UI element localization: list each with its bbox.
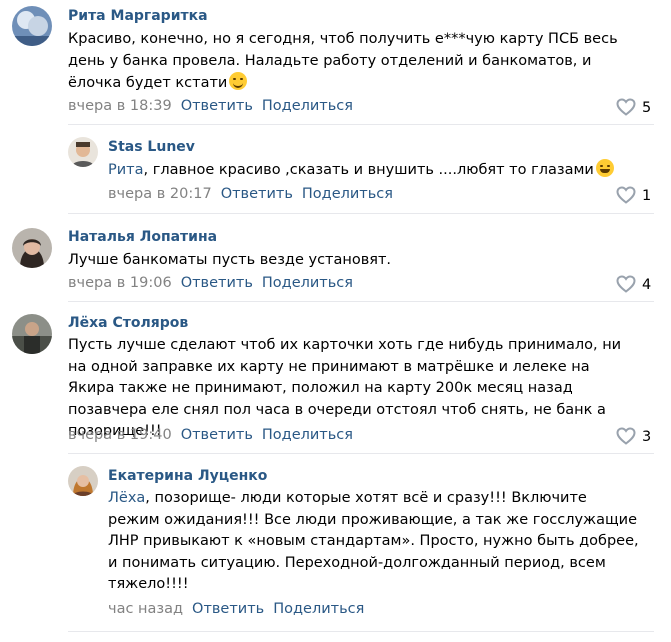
comment-meta: вчера в 18:39 Ответить Поделиться <box>68 98 353 114</box>
reply-to-link[interactable]: Рита <box>108 162 144 178</box>
reply-button[interactable]: Ответить <box>181 427 253 443</box>
like-count: 5 <box>642 100 652 116</box>
avatar[interactable] <box>68 137 98 167</box>
comment-author[interactable]: Наталья Лопатина <box>68 229 217 245</box>
comment-author[interactable]: Лёха Столяров <box>68 315 188 331</box>
comment-author[interactable]: Рита Маргаритка <box>68 8 208 24</box>
reply-button[interactable]: Ответить <box>192 601 264 617</box>
like-button[interactable]: 1 <box>616 186 651 204</box>
comment-time[interactable]: час назад <box>108 601 183 617</box>
comment-item: Лёха Столяров Пусть лучше сделают чтоб и… <box>0 302 671 454</box>
comment-text-body: , главное красиво ,сказать и внушить ...… <box>143 162 594 178</box>
like-count: 1 <box>642 188 652 204</box>
comment-time[interactable]: вчера в 20:17 <box>108 186 212 202</box>
laughing-emoji-icon <box>595 159 614 177</box>
comment-reply: Екатерина Луценко Лёха, позорище- люди к… <box>0 454 671 642</box>
comment-author[interactable]: Екатерина Луценко <box>108 468 267 484</box>
avatar[interactable] <box>12 228 52 268</box>
comment-text-body: Пусть лучше сделают чтоб их карточки хот… <box>68 337 622 439</box>
avatar[interactable] <box>68 466 98 496</box>
share-button[interactable]: Поделиться <box>262 427 353 443</box>
avatar[interactable] <box>12 314 52 354</box>
comment-author[interactable]: Stas Lunev <box>108 139 195 155</box>
avatar[interactable] <box>12 6 52 46</box>
share-button[interactable]: Поделиться <box>262 98 353 114</box>
comment-time[interactable]: вчера в 19:40 <box>68 427 172 443</box>
comment-time[interactable]: вчера в 19:06 <box>68 275 172 291</box>
comment-text: Красиво, конечно, но я сегодня, чтоб пол… <box>68 29 638 95</box>
like-button[interactable]: 5 <box>616 98 651 116</box>
comment-item: Рита Маргаритка Красиво, конечно, но я с… <box>0 0 671 125</box>
comment-time[interactable]: вчера в 18:39 <box>68 98 172 114</box>
comment-text: Рита, главное красиво ,сказать и внушить… <box>108 159 648 182</box>
smirk-emoji-icon <box>229 72 248 90</box>
comment-meta: вчера в 19:06 Ответить Поделиться <box>68 275 353 291</box>
comment-text-body: , позорище- люди которые хотят всё и сра… <box>108 490 639 592</box>
comment-meta: час назад Ответить Поделиться <box>108 601 364 617</box>
like-button[interactable]: 3 <box>616 427 651 445</box>
share-button[interactable]: Поделиться <box>302 186 393 202</box>
reply-button[interactable]: Ответить <box>221 186 293 202</box>
like-count: 3 <box>642 429 652 445</box>
comment-text-body: Красиво, конечно, но я сегодня, чтоб пол… <box>68 31 618 91</box>
divider <box>68 631 654 632</box>
heart-outline-icon <box>616 275 636 293</box>
comment-text: Лучше банкоматы пусть везде установят. <box>68 250 638 272</box>
share-button[interactable]: Поделиться <box>273 601 364 617</box>
heart-outline-icon <box>616 186 636 204</box>
comment-meta: вчера в 19:40 Ответить Поделиться <box>68 427 353 443</box>
comment-meta: вчера в 20:17 Ответить Поделиться <box>108 186 393 202</box>
like-button[interactable]: 4 <box>616 275 651 293</box>
comment-text-body: Лучше банкоматы пусть везде установят. <box>68 252 392 268</box>
comment-item: Наталья Лопатина Лучше банкоматы пусть в… <box>0 214 671 302</box>
reply-button[interactable]: Ответить <box>181 98 253 114</box>
heart-outline-icon <box>616 98 636 116</box>
comment-reply: Stas Lunev Рита, главное красиво ,сказат… <box>0 125 671 214</box>
reply-to-link[interactable]: Лёха <box>108 490 145 506</box>
reply-button[interactable]: Ответить <box>181 275 253 291</box>
share-button[interactable]: Поделиться <box>262 275 353 291</box>
like-count: 4 <box>642 277 652 293</box>
heart-outline-icon <box>616 427 636 445</box>
comment-text: Лёха, позорище- люди которые хотят всё и… <box>108 488 640 596</box>
